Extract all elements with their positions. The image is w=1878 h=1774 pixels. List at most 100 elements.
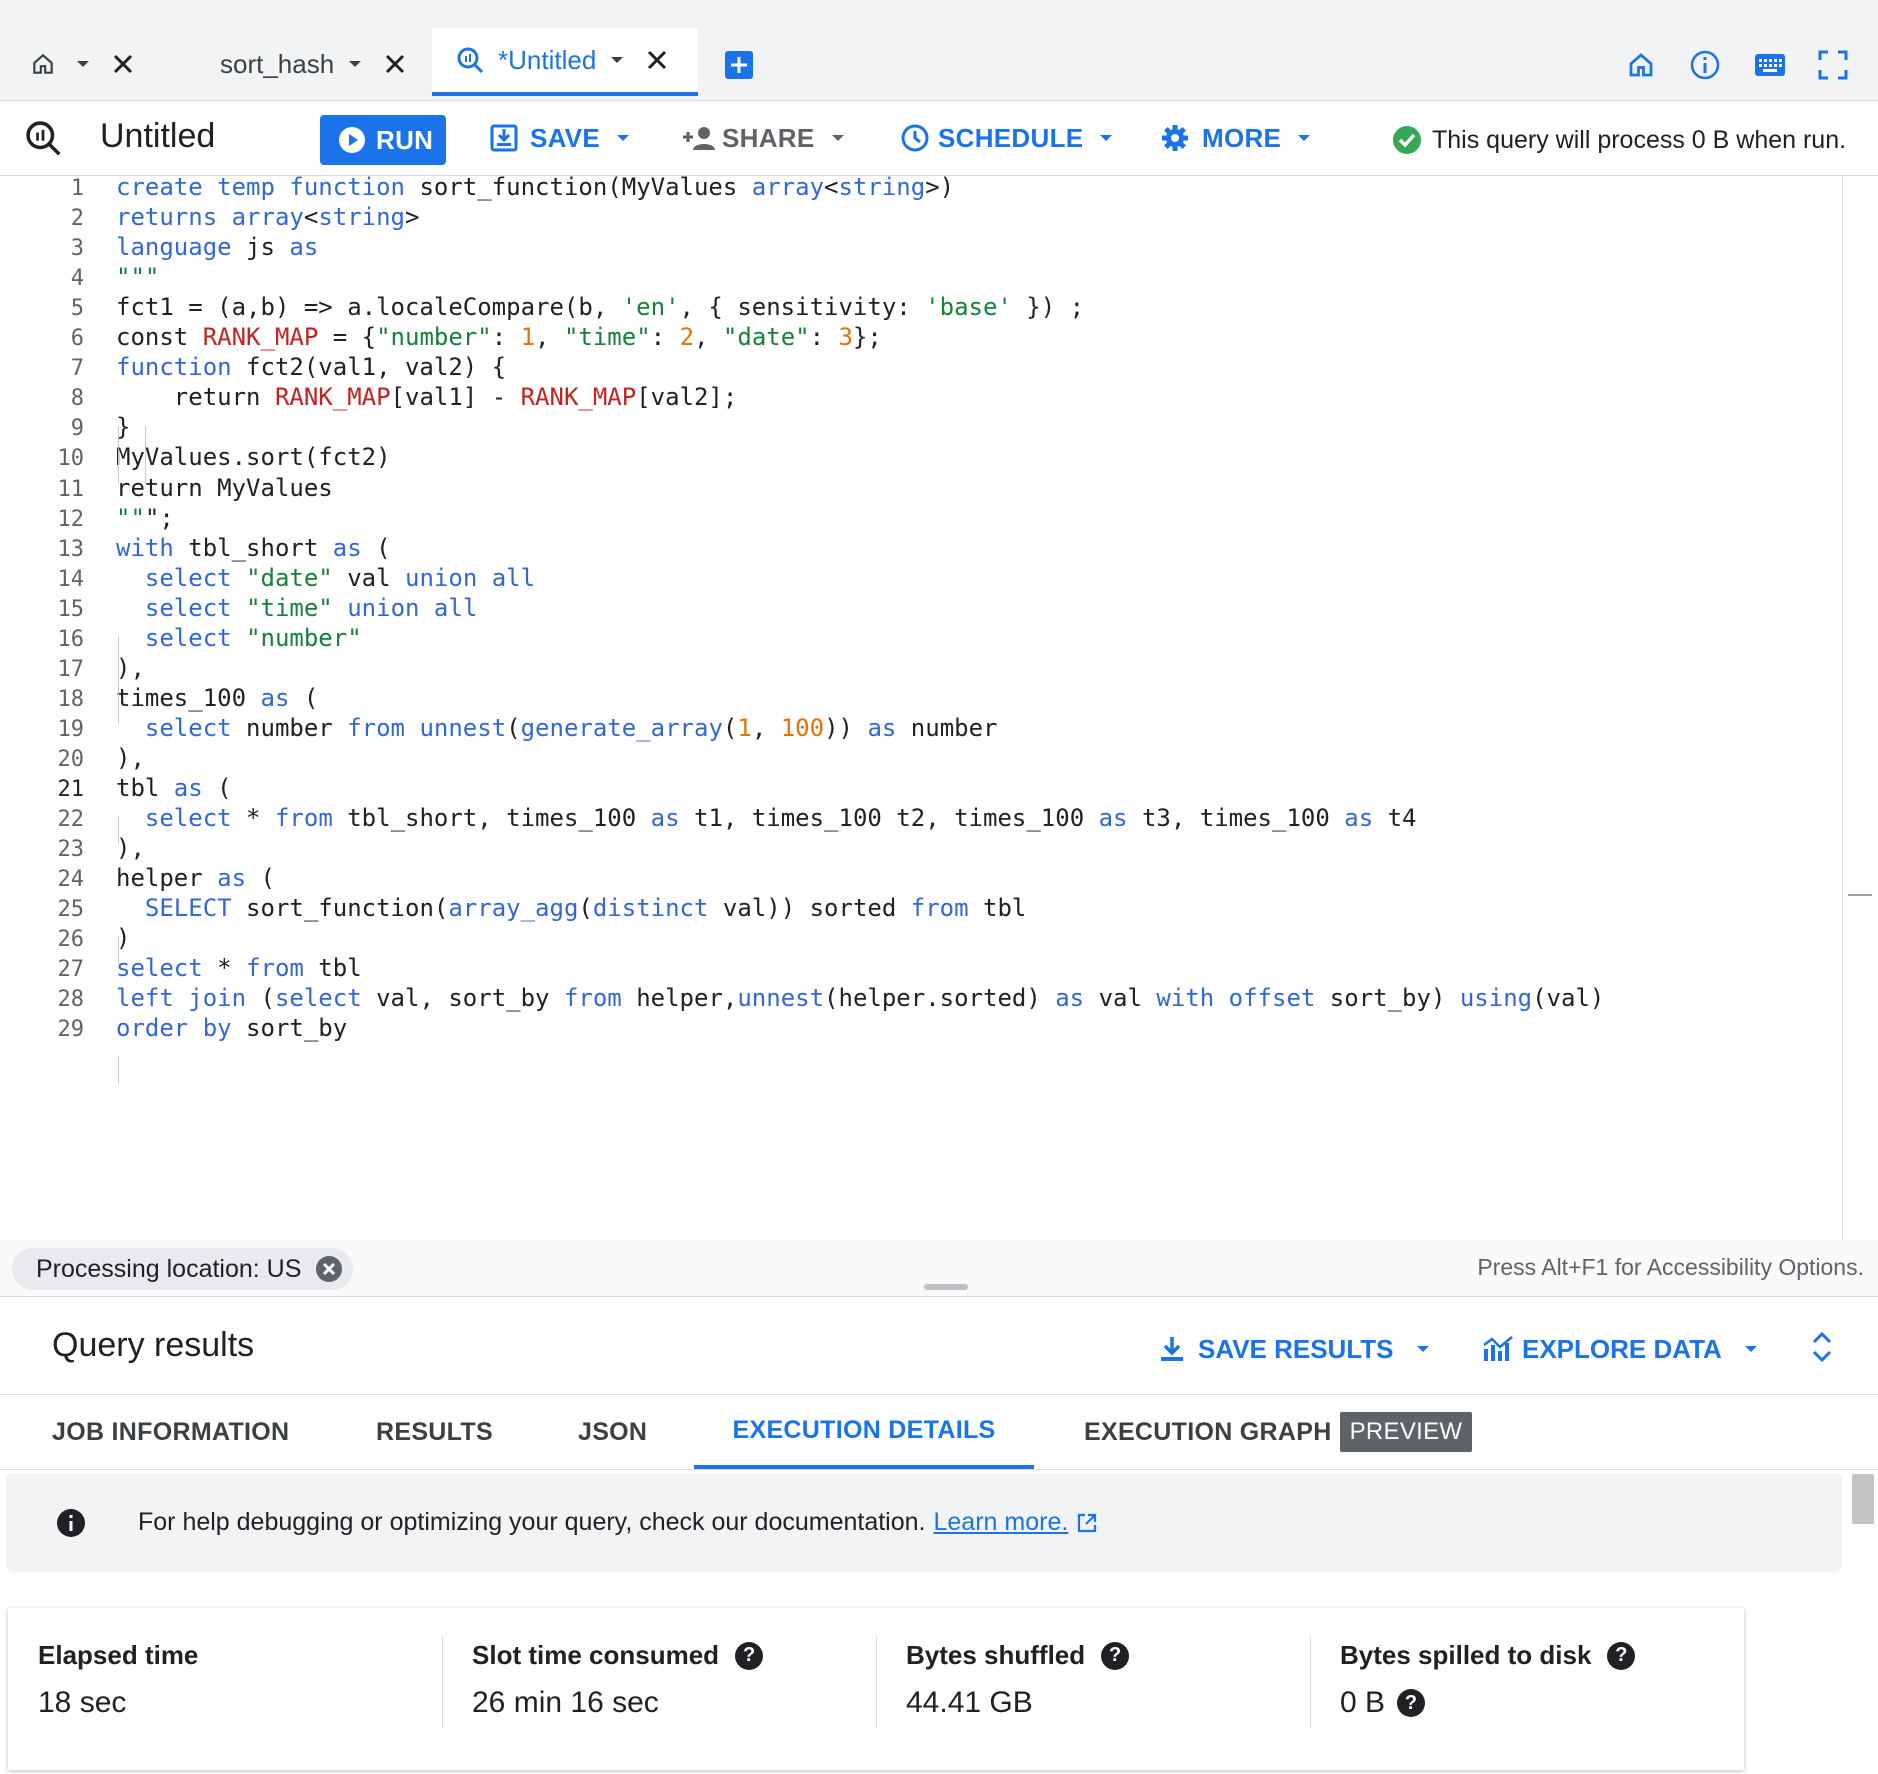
- tab-strip: sort_hash *Untitled: [0, 0, 1878, 101]
- close-icon[interactable]: [384, 53, 406, 75]
- help-icon[interactable]: ?: [1101, 1641, 1130, 1670]
- save-button[interactable]: SAVE: [490, 113, 630, 163]
- metric-slot-time-value: 26 min 16 sec: [472, 1686, 659, 1719]
- line-number: 18: [57, 686, 85, 712]
- tab-execution-details[interactable]: EXECUTION DETAILS: [694, 1395, 1034, 1469]
- tab-label: EXECUTION DETAILS: [732, 1415, 996, 1444]
- more-button[interactable]: MORE: [1160, 113, 1311, 163]
- line-number: 20: [57, 746, 85, 772]
- code-line[interactable]: select * from tbl_short, times_100 as t1…: [116, 804, 1417, 832]
- fullscreen-button[interactable]: [1818, 50, 1848, 85]
- tab-job-information[interactable]: JOB INFORMATION: [52, 1395, 289, 1469]
- learn-more-link[interactable]: Learn more.: [934, 1508, 1069, 1537]
- results-title: Query results: [52, 1326, 255, 1364]
- code-line[interactable]: ),: [116, 744, 145, 772]
- code-line[interactable]: return RANK_MAP[val1] - RANK_MAP[val2];: [116, 383, 738, 411]
- code-line[interactable]: returns array<string>: [116, 203, 419, 231]
- code-line[interactable]: language js as: [116, 233, 318, 261]
- code-line[interactable]: with tbl_short as (: [116, 534, 391, 562]
- code-line[interactable]: left join (select val, sort_by from help…: [116, 984, 1604, 1012]
- indent-guide: [145, 426, 146, 484]
- code-line[interactable]: """: [116, 263, 159, 291]
- expand-panel-button[interactable]: [1810, 1330, 1834, 1369]
- tab-label: JOB INFORMATION: [52, 1417, 290, 1446]
- tab-execution-graph[interactable]: EXECUTION GRAPH PREVIEW: [1084, 1395, 1473, 1469]
- query-validation: This query will process 0 B when run.: [1392, 125, 1846, 155]
- code-line[interactable]: MyValues.sort(fct2): [116, 443, 391, 471]
- tab-untitled[interactable]: *Untitled: [432, 28, 698, 96]
- help-icon[interactable]: ?: [1607, 1641, 1636, 1670]
- explore-data-button[interactable]: EXPLORE DATA: [1482, 1326, 1758, 1372]
- close-icon[interactable]: [646, 49, 668, 71]
- tab-results[interactable]: RESULTS: [376, 1395, 493, 1469]
- code-line[interactable]: select "number": [116, 624, 362, 652]
- resize-handle[interactable]: [924, 1284, 968, 1290]
- info-button[interactable]: [1690, 50, 1720, 85]
- schedule-button[interactable]: SCHEDULE: [900, 113, 1113, 163]
- home-tab[interactable]: [30, 28, 134, 100]
- processing-location-chip[interactable]: Processing location: US: [12, 1248, 354, 1290]
- code-line[interactable]: ),: [116, 834, 145, 862]
- line-number: 7: [70, 356, 84, 382]
- chevron-down-icon[interactable]: [76, 59, 90, 69]
- results-scrollbar-thumb[interactable]: [1852, 1474, 1874, 1524]
- info-text: For help debugging or optimizing your qu…: [138, 1508, 1098, 1537]
- keyboard-shortcuts-button[interactable]: [1754, 52, 1786, 83]
- person-add-icon: [682, 124, 716, 152]
- code-line[interactable]: helper as (: [116, 864, 275, 892]
- fullscreen-icon: [1818, 50, 1848, 80]
- line-number: 28: [57, 987, 85, 1013]
- metric-slot-time-label: Slot time consumed ?: [472, 1640, 764, 1671]
- help-icon[interactable]: ?: [1397, 1689, 1426, 1717]
- close-icon[interactable]: [112, 53, 134, 75]
- sql-editor[interactable]: 1 2 3 4 5 6 7 8 9 10 11 12 13 14 15 16 17 18 19 20 21 22 23 24 2…: [0, 173, 1872, 1240]
- code-line[interactable]: function fct2(val1, val2) {: [116, 353, 506, 381]
- code-line[interactable]: tbl as (: [116, 774, 232, 802]
- run-button[interactable]: RUN: [320, 115, 446, 165]
- code-line[interactable]: order by sort_by: [116, 1014, 347, 1042]
- code-line[interactable]: times_100 as (: [116, 684, 318, 712]
- code-line[interactable]: select * from tbl: [116, 954, 362, 982]
- divider: [876, 1636, 877, 1728]
- check-circle-icon: [1392, 125, 1422, 155]
- help-icon[interactable]: ?: [735, 1641, 764, 1670]
- location-label: Processing location: US: [36, 1254, 302, 1283]
- line-number: 14: [57, 566, 85, 592]
- code-line[interactable]: select number from unnest(generate_array…: [116, 714, 998, 742]
- line-number: 27: [57, 957, 85, 983]
- code-line[interactable]: create temp function sort_function(MyVal…: [116, 173, 954, 201]
- code-line[interactable]: """;: [116, 504, 174, 532]
- editor-status-bar: Processing location: US Press Alt+F1 for…: [0, 1240, 1878, 1296]
- line-number: 21: [57, 777, 85, 802]
- code-line[interactable]: SELECT sort_function(array_agg(distinct …: [116, 894, 1026, 922]
- code-line[interactable]: ),: [116, 654, 145, 682]
- metric-bytes-shuffled-label: Bytes shuffled ?: [906, 1640, 1130, 1671]
- metric-bytes-shuffled-value: 44.41 GB: [906, 1686, 1033, 1719]
- line-number: 4: [70, 266, 84, 292]
- home-button[interactable]: [1626, 50, 1656, 85]
- download-icon: [1158, 1335, 1186, 1363]
- info-icon: [1690, 50, 1720, 80]
- info-banner: For help debugging or optimizing your qu…: [6, 1474, 1842, 1572]
- tab-sort-hash[interactable]: sort_hash: [220, 28, 406, 100]
- save-results-button[interactable]: SAVE RESULTS: [1158, 1326, 1430, 1372]
- code-line[interactable]: const RANK_MAP = {"number": 1, "time": 2…: [116, 323, 882, 351]
- chevron-down-icon[interactable]: [610, 55, 624, 65]
- cancel-icon[interactable]: [315, 1255, 343, 1283]
- line-number: 10: [57, 446, 85, 472]
- indent-guide: [118, 636, 119, 724]
- line-number: 3: [70, 236, 84, 262]
- code-line[interactable]: fct1 = (a,b) => a.localeCompare(b, 'en',…: [116, 293, 1084, 321]
- code-line[interactable]: return MyValues: [116, 474, 333, 502]
- tab-json[interactable]: JSON: [578, 1395, 647, 1469]
- line-number: 8: [70, 386, 84, 412]
- chevron-down-icon[interactable]: [348, 59, 362, 69]
- tab-label: JSON: [578, 1417, 648, 1446]
- metric-label-text: Bytes spilled to disk: [1340, 1640, 1592, 1670]
- metric-label-text: Elapsed time: [38, 1640, 199, 1670]
- new-tab-button[interactable]: [724, 50, 754, 85]
- scroll-position-marker[interactable]: [1848, 894, 1872, 896]
- code-line[interactable]: select "date" val union all: [116, 564, 535, 592]
- code-line[interactable]: select "time" union all: [116, 594, 477, 622]
- share-button[interactable]: SHARE: [682, 113, 845, 163]
